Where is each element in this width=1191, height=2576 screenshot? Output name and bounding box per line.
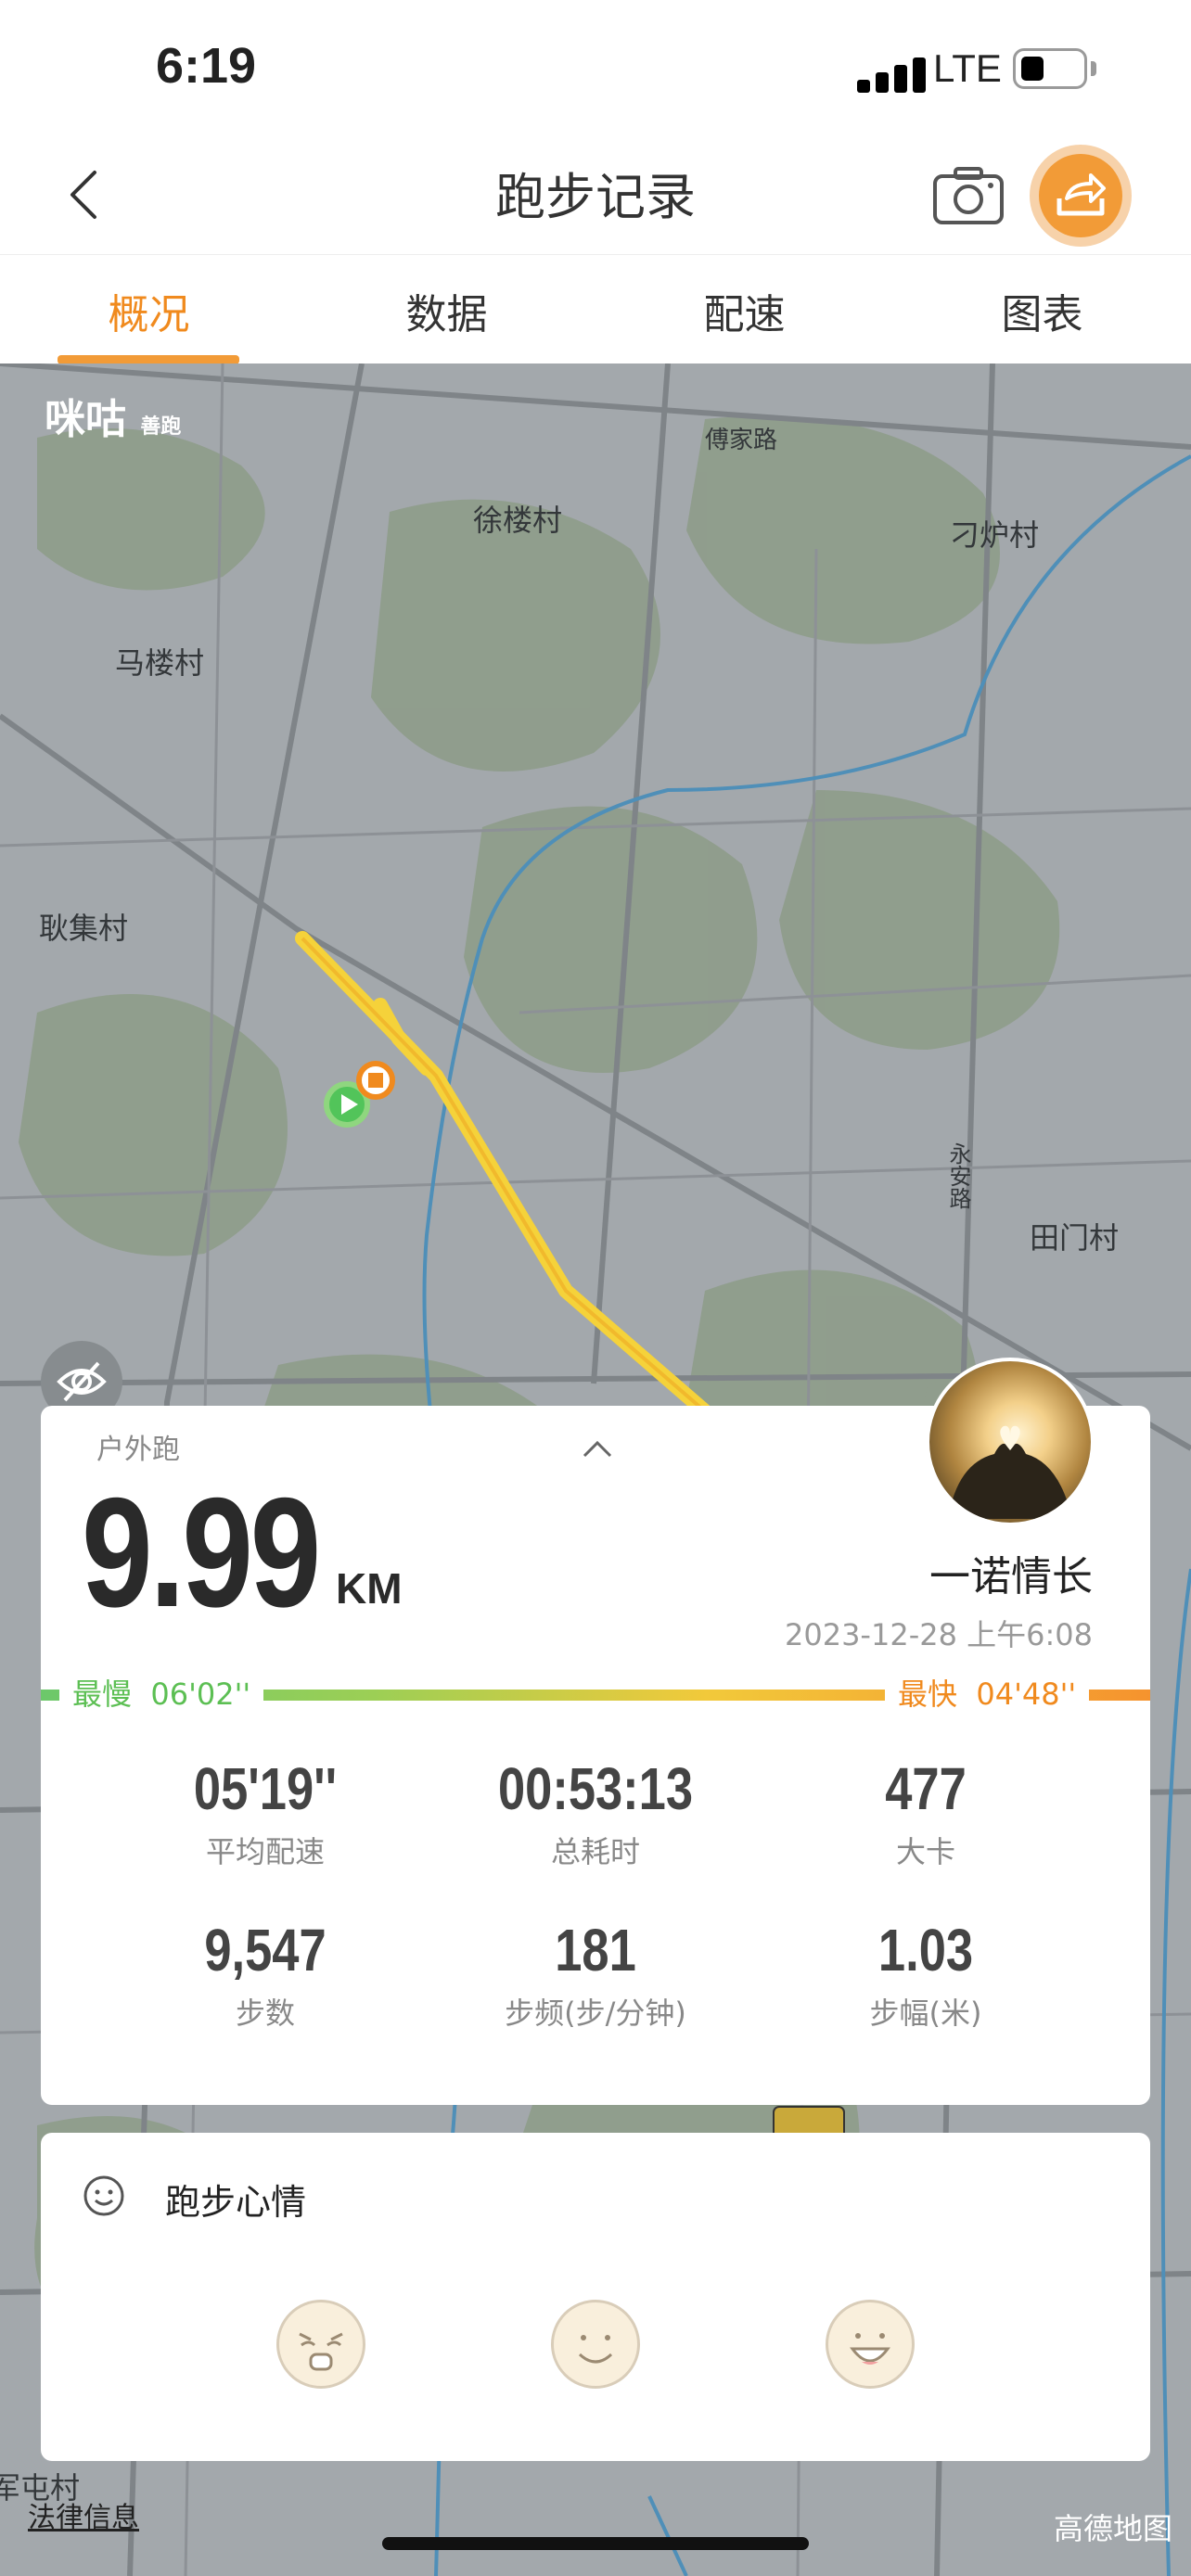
mood-smile-face-icon[interactable] [551, 2300, 640, 2389]
chevron-up-icon[interactable] [579, 1437, 616, 1460]
distance-value: 9.99 [82, 1465, 321, 1639]
status-time: 6:19 [156, 38, 257, 94]
legal-info-link[interactable]: 法律信息 [28, 2494, 139, 2535]
map-label-road: 永安路 [945, 1142, 971, 1209]
tab-charts[interactable]: 图表 [893, 281, 1191, 340]
run-datetime: 2023-12-28 上午6:08 [784, 1617, 1093, 1652]
battery-tip [1091, 61, 1096, 76]
stat-cadence: 181 步频(步/分钟) [505, 1917, 686, 2031]
mood-tired-face-icon[interactable] [276, 2300, 365, 2389]
nav-bar: 跑步记录 [0, 139, 1191, 254]
avatar-heart-hands-image [948, 1425, 1072, 1519]
smiley-icon [83, 2175, 124, 2216]
tab-overview[interactable]: 概况 [0, 281, 298, 340]
mood-happy-face-icon[interactable] [826, 2300, 915, 2389]
status-bar: 6:19 LTE [0, 0, 1191, 139]
network-type: LTE [933, 46, 1002, 90]
map-label-road: 傅家路 [705, 427, 778, 454]
map-provider-logo: 高德地图 [1054, 2511, 1173, 2546]
avatar[interactable] [926, 1358, 1095, 1526]
app-logo: 咪咕 善跑 [45, 396, 182, 443]
fastest-pace: 最快 04'48'' [885, 1671, 1090, 1714]
map-label-village: 徐楼村 [473, 503, 563, 538]
battery-icon [1013, 48, 1087, 89]
home-indicator [382, 2537, 809, 2550]
tab-bar: 概况 数据 配速 图表 [0, 254, 1191, 364]
camera-icon[interactable] [931, 163, 1005, 228]
stat-steps: 9,547 步数 [204, 1917, 327, 2031]
stat-total-time: 00:53:13 总耗时 [497, 1755, 694, 1869]
stat-avg-pace: 05'19'' 平均配速 [193, 1755, 338, 1869]
slowest-pace: 最慢 06'02'' [59, 1671, 264, 1714]
distance-unit: KM [336, 1564, 403, 1613]
mood-title: 跑步心情 [165, 2182, 307, 2223]
username: 一诺情长 [929, 1553, 1093, 1600]
tab-pace[interactable]: 配速 [596, 281, 893, 340]
stat-calories: 477 大卡 [885, 1755, 967, 1869]
run-summary-card: 户外跑 9.99 KM 一诺情长 2023-12-28 上午6:08 最慢 06… [41, 1358, 1150, 2105]
stat-stride: 1.03 步幅(米) [869, 1917, 982, 2031]
map-label-village: 耿集村 [39, 911, 129, 946]
run-mood-card: 跑步心情 [41, 2133, 1150, 2461]
map-label-village: 田门村 [1030, 1220, 1120, 1256]
tab-data[interactable]: 数据 [298, 281, 596, 340]
share-button[interactable] [1030, 145, 1132, 247]
share-icon [1057, 173, 1106, 216]
map-label-village: 马楼村 [115, 645, 205, 681]
run-type: 户外跑 [96, 1434, 180, 1466]
page-title: 跑步记录 [495, 168, 696, 226]
map-label-village: 刁炉村 [950, 517, 1040, 553]
